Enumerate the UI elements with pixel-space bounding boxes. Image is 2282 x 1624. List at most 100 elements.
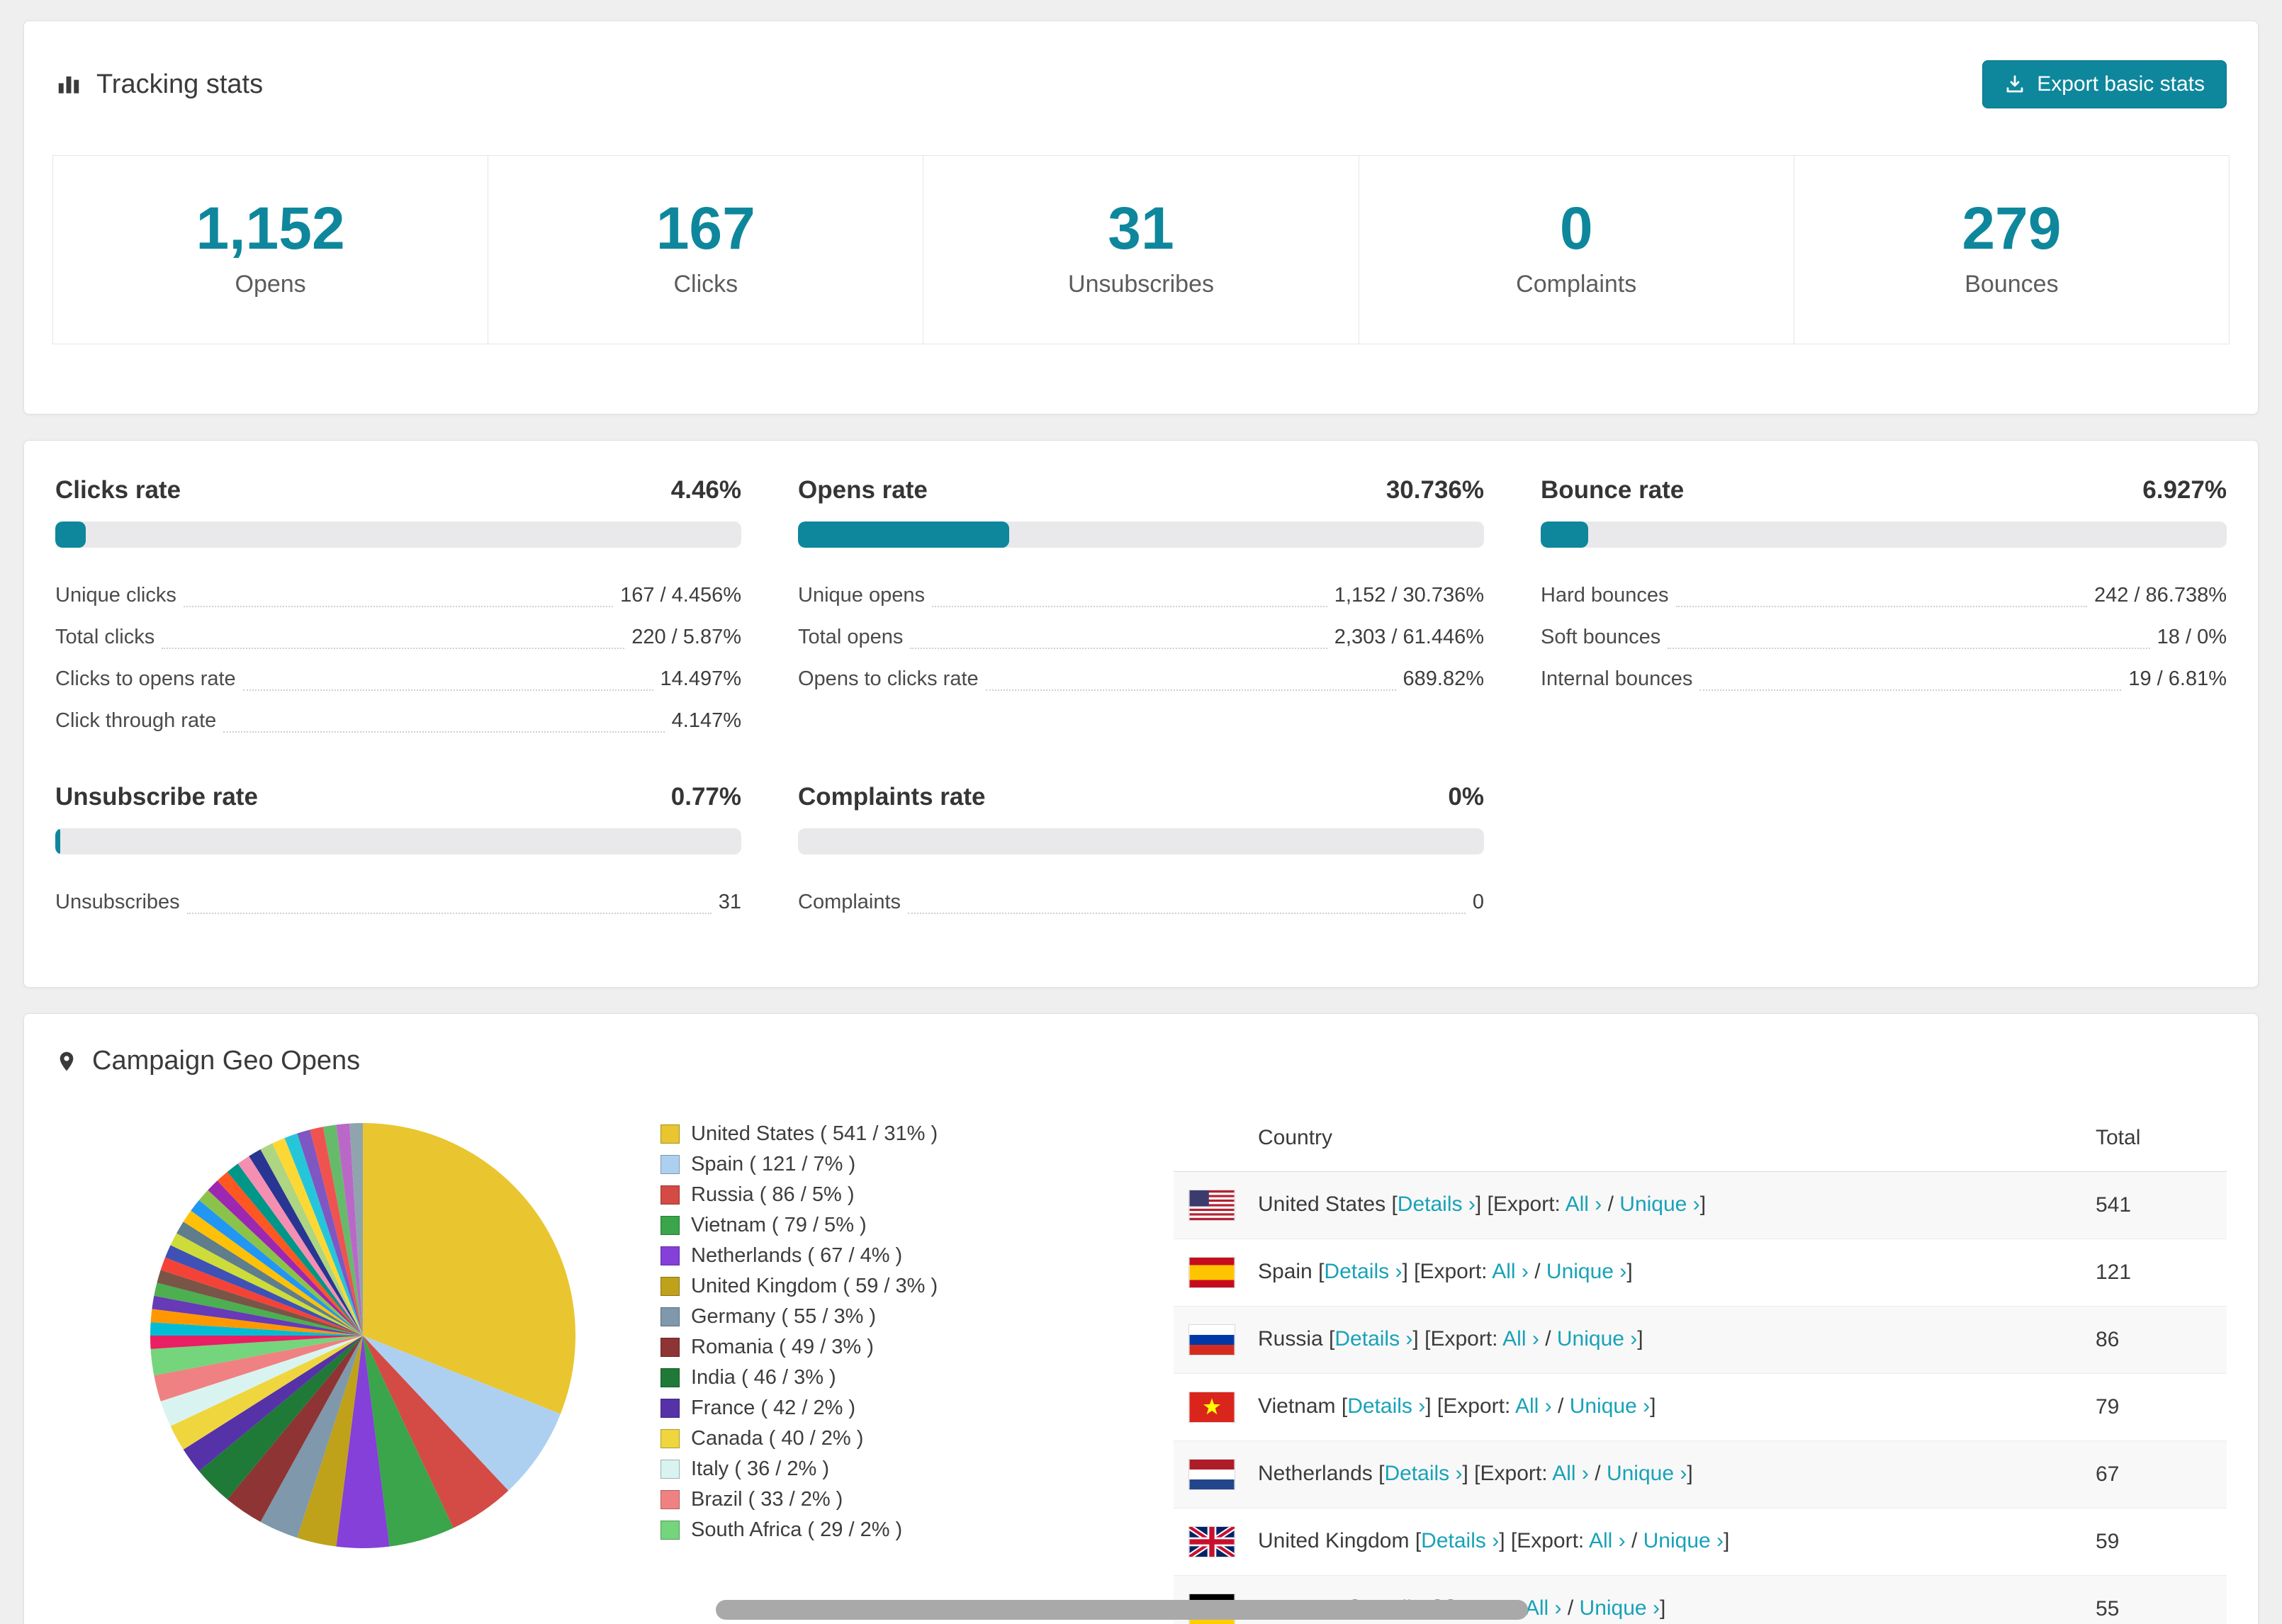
details-link[interactable]: Details › xyxy=(1384,1462,1462,1485)
details-link[interactable]: Details › xyxy=(1421,1529,1499,1552)
details-link[interactable]: Details › xyxy=(1324,1260,1402,1283)
export-all-link[interactable]: All › xyxy=(1525,1596,1562,1620)
export-basic-stats-button[interactable]: Export basic stats xyxy=(1982,60,2227,108)
legend-swatch xyxy=(661,1460,680,1479)
rate-title: Opens rate xyxy=(798,476,928,504)
stat-line-label: Total opens xyxy=(798,626,904,649)
export-unique-link[interactable]: Unique › xyxy=(1546,1260,1626,1283)
legend-label: Germany ( 55 / 3% ) xyxy=(691,1305,877,1329)
total-cell: 59 xyxy=(2096,1530,2120,1554)
stat-line: Clicks to opens rate 14.497% xyxy=(55,658,741,700)
stat-cell-bounces: 279 Bounces xyxy=(1793,156,2229,344)
bracket: ] xyxy=(1699,1192,1707,1217)
stat-line: Hard bounces 242 / 86.738% xyxy=(1541,575,2227,616)
export-all-link[interactable]: All › xyxy=(1515,1394,1552,1418)
bracket: ] xyxy=(1637,1327,1643,1351)
stat-cell-clicks: 167 Clicks xyxy=(488,156,923,344)
export-all-link[interactable]: All › xyxy=(1492,1260,1529,1283)
legend-label: India ( 46 / 3% ) xyxy=(691,1366,836,1389)
bar-chart-icon xyxy=(55,71,82,98)
legend-label: Canada ( 40 / 2% ) xyxy=(691,1427,864,1450)
tracking-stats-title: Tracking stats xyxy=(55,69,263,100)
legend-item: Brazil ( 33 / 2% ) xyxy=(661,1484,938,1515)
stat-value: 1,152 xyxy=(196,195,345,261)
export-label: [Export: xyxy=(1424,1327,1498,1351)
export-label: [Export: xyxy=(1510,1529,1585,1553)
rate-value: 0.77% xyxy=(670,783,741,811)
stat-line-label: Unique opens xyxy=(798,584,925,607)
horizontal-scrollbar-thumb[interactable] xyxy=(716,1600,1528,1620)
bracket: ] xyxy=(1402,1260,1408,1284)
export-all-link[interactable]: All › xyxy=(1502,1327,1539,1350)
details-link[interactable]: Details › xyxy=(1334,1327,1412,1350)
legend-item: France ( 42 / 2% ) xyxy=(661,1393,938,1423)
bracket: ] xyxy=(1687,1462,1693,1486)
stat-line-value: 1,152 / 30.736% xyxy=(1334,584,1484,607)
legend-label: United States ( 541 / 31% ) xyxy=(691,1122,938,1146)
country-column-header: Country xyxy=(1258,1126,1333,1150)
progress-track xyxy=(798,828,1484,855)
flag-gb-icon xyxy=(1188,1526,1235,1558)
rate-head: Bounce rate 6.927% xyxy=(1541,475,2227,506)
legend-swatch xyxy=(661,1368,680,1388)
country-cell: Vietnam [Details ›] [Export: All › / Uni… xyxy=(1174,1392,2096,1423)
bracket: ] xyxy=(1462,1462,1468,1486)
bracket: ] xyxy=(1425,1394,1432,1419)
stat-line-label: Hard bounces xyxy=(1541,584,1669,607)
stats-row: 1,152 Opens 167 Clicks 31 Unsubscribes 0 Compla… xyxy=(52,155,2230,345)
export-all-link[interactable]: All › xyxy=(1589,1529,1626,1552)
rates-card: Clicks rate 4.46% Unique clicks 167 / 4.456… xyxy=(23,440,2259,988)
dotted-leader xyxy=(910,648,1327,650)
bracket: ] xyxy=(1626,1260,1633,1284)
legend-swatch xyxy=(661,1216,680,1236)
stat-line-label: Unique clicks xyxy=(55,584,176,607)
export-unique-link[interactable]: Unique › xyxy=(1570,1394,1650,1418)
rate-title: Unsubscribe rate xyxy=(55,783,258,811)
export-unique-link[interactable]: Unique › xyxy=(1643,1529,1724,1552)
rate-block-complaints-rate: Complaints rate 0% Complaints 0 xyxy=(798,782,1484,923)
stat-label: Bounces xyxy=(1965,271,2059,298)
stat-line-value: 18 / 0% xyxy=(2157,626,2227,649)
campaign-geo-opens-card: Campaign Geo Opens United States ( 541 /… xyxy=(23,1013,2259,1624)
total-column-header: Total xyxy=(2096,1126,2141,1150)
legend-label: United Kingdom ( 59 / 3% ) xyxy=(691,1275,938,1298)
campaign-geo-opens-title-text: Campaign Geo Opens xyxy=(92,1046,361,1076)
tracking-stats-header: Tracking stats Export basic stats xyxy=(24,21,2258,155)
total-cell: 55 xyxy=(2096,1597,2120,1621)
export-all-link[interactable]: All › xyxy=(1552,1462,1589,1485)
rate-head: Opens rate 30.736% xyxy=(798,475,1484,506)
progress-fill xyxy=(798,521,1009,548)
dotted-leader xyxy=(931,606,1327,608)
legend-label: Russia ( 86 / 5% ) xyxy=(691,1183,855,1207)
stat-line-value: 689.82% xyxy=(1403,667,1485,691)
legend-item: Netherlands ( 67 / 4% ) xyxy=(661,1241,938,1271)
legend-label: Romania ( 49 / 3% ) xyxy=(691,1336,874,1359)
table-row: Netherlands [Details ›] [Export: All › /… xyxy=(1174,1441,2227,1509)
export-unique-link[interactable]: Unique › xyxy=(1607,1462,1687,1485)
dotted-leader xyxy=(1668,648,2150,650)
legend-swatch xyxy=(661,1124,680,1144)
export-unique-link[interactable]: Unique › xyxy=(1557,1327,1637,1350)
legend-swatch xyxy=(661,1490,680,1510)
total-cell: 541 xyxy=(2096,1193,2132,1217)
slash: / xyxy=(1595,1462,1601,1486)
stat-line-value: 220 / 5.87% xyxy=(631,626,741,649)
flag-vn-icon xyxy=(1188,1392,1235,1423)
dotted-leader xyxy=(908,913,1466,915)
stat-value: 279 xyxy=(1962,195,2062,261)
total-cell: 121 xyxy=(2096,1261,2132,1285)
legend-swatch xyxy=(661,1307,680,1327)
export-all-link[interactable]: All › xyxy=(1566,1192,1602,1216)
stat-line-label: Unsubscribes xyxy=(55,891,180,914)
details-link[interactable]: Details › xyxy=(1347,1394,1425,1418)
details-link[interactable]: Details › xyxy=(1398,1192,1476,1216)
export-unique-link[interactable]: Unique › xyxy=(1580,1596,1660,1620)
stat-line-value: 2,303 / 61.446% xyxy=(1334,626,1484,649)
table-row: United Kingdom [Details ›] [Export: All … xyxy=(1174,1509,2227,1577)
map-pin-icon xyxy=(55,1047,78,1076)
dotted-leader xyxy=(242,689,653,692)
legend-swatch xyxy=(661,1399,680,1419)
country-cell: Netherlands [Details ›] [Export: All › /… xyxy=(1174,1459,2096,1491)
bracket: ] xyxy=(1499,1529,1505,1553)
export-unique-link[interactable]: Unique › xyxy=(1619,1192,1699,1216)
